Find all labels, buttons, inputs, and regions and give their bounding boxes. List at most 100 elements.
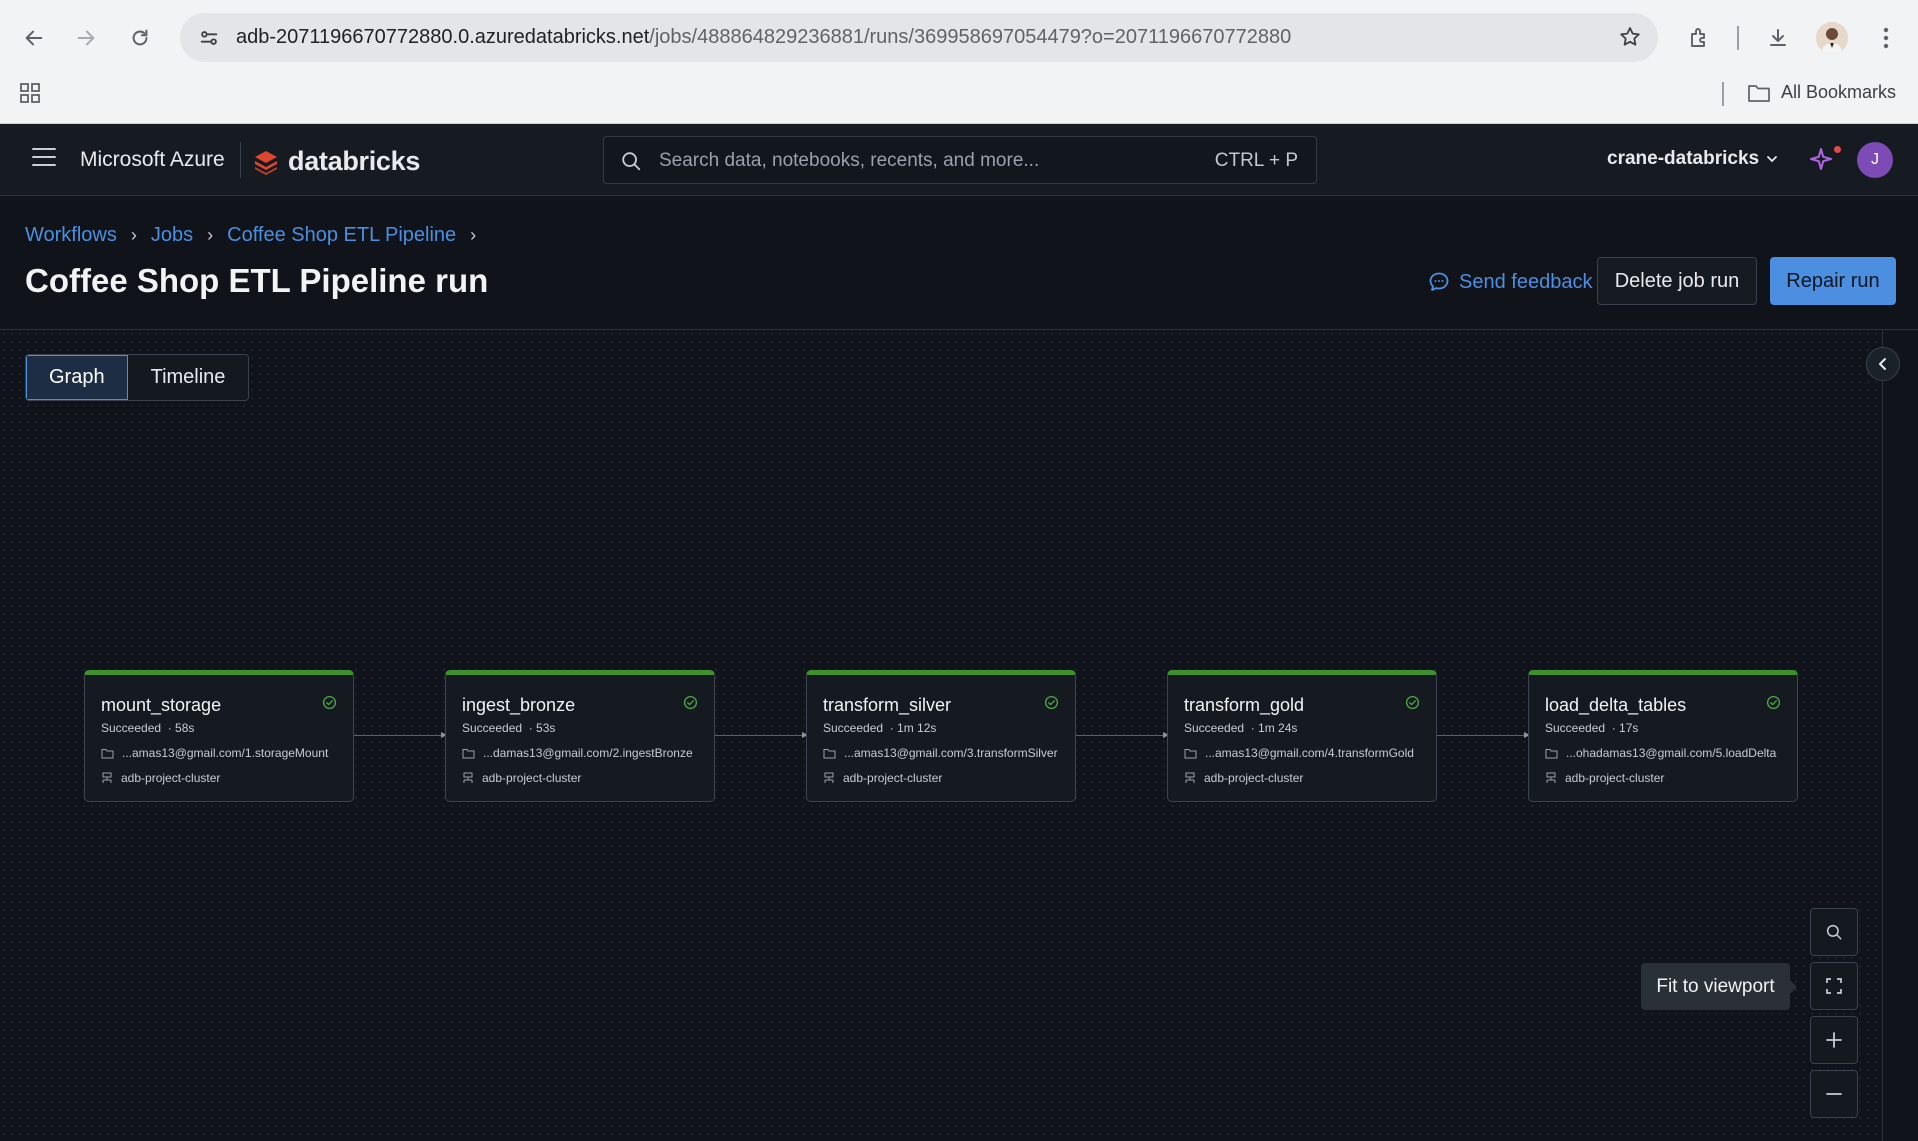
task-duration: 53s xyxy=(536,721,556,735)
task-cluster: adb-project-cluster xyxy=(823,771,942,785)
dag-edge xyxy=(1437,732,1530,738)
dag-edge xyxy=(1076,732,1169,738)
task-cluster-text: adb-project-cluster xyxy=(482,771,582,785)
task-node[interactable]: transform_silver Succeeded · 1m 12s ...a… xyxy=(806,670,1076,802)
folder-icon xyxy=(823,748,836,758)
task-status-text: Succeeded xyxy=(1545,721,1606,735)
breadcrumb-jobs[interactable]: Jobs xyxy=(151,224,193,247)
all-bookmarks-label: All Bookmarks xyxy=(1780,82,1896,102)
task-notebook-path: ...amas13@gmail.com/3.transformSilver xyxy=(823,746,1058,760)
databricks-logo[interactable]: databricks xyxy=(252,146,420,177)
success-check-icon xyxy=(1766,695,1781,710)
task-name: transform_gold xyxy=(1184,695,1305,715)
cluster-icon xyxy=(463,772,473,783)
task-name: ingest_bronze xyxy=(462,695,576,715)
task-cluster-text: adb-project-cluster xyxy=(1565,771,1665,785)
task-node[interactable]: mount_storage Succeeded · 58s ...amas13@… xyxy=(84,670,354,802)
view-tabs: Graph Timeline xyxy=(25,354,250,401)
breadcrumb-workflows[interactable]: Workflows xyxy=(25,224,117,247)
tab-timeline[interactable]: Timeline xyxy=(127,355,249,400)
dag-edge xyxy=(715,732,808,738)
user-avatar[interactable]: J xyxy=(1857,142,1893,178)
search-graph-button[interactable] xyxy=(1810,908,1858,956)
task-status-text: Succeeded xyxy=(823,721,884,735)
menu-icon[interactable] xyxy=(32,148,56,172)
browser-toolbar: adb-2071196670772880.0.azuredatabricks.n… xyxy=(0,0,1918,124)
download-icon[interactable] xyxy=(1758,18,1798,58)
folder-icon xyxy=(1748,84,1770,102)
url-path: /jobs/488864829236881/runs/3699586970544… xyxy=(649,26,1292,48)
chat-bubble-icon xyxy=(1429,272,1449,291)
forward-icon[interactable] xyxy=(66,18,106,58)
plus-icon xyxy=(1826,1032,1842,1048)
task-node[interactable]: ingest_bronze Succeeded · 53s ...damas13… xyxy=(445,670,715,802)
search-icon xyxy=(622,152,641,171)
send-feedback-label: Send feedback xyxy=(1459,270,1593,293)
fullscreen-icon xyxy=(1826,978,1842,994)
chevron-left-icon xyxy=(1879,358,1886,370)
url-text: adb-2071196670772880.0.azuredatabricks.n… xyxy=(236,26,1291,49)
task-status: Succeeded · 1m 12s xyxy=(823,721,937,735)
folder-icon xyxy=(462,748,475,758)
dag-edge xyxy=(354,732,447,738)
cluster-icon xyxy=(102,772,112,783)
task-status-text: Succeeded xyxy=(462,721,523,735)
brand-label: Microsoft Azure xyxy=(80,148,225,171)
cluster-icon xyxy=(1185,772,1195,783)
success-check-icon xyxy=(322,695,337,710)
address-bar[interactable]: adb-2071196670772880.0.azuredatabricks.n… xyxy=(180,13,1658,62)
global-search-input[interactable]: Search data, notebooks, recents, and mor… xyxy=(603,136,1317,184)
task-cluster: adb-project-cluster xyxy=(101,771,220,785)
fit-to-viewport-button[interactable] xyxy=(1810,962,1858,1010)
task-duration: 58s xyxy=(175,721,195,735)
profile-avatar[interactable] xyxy=(1816,22,1848,54)
chevron-right-icon: › xyxy=(470,225,477,245)
task-path-text: ...ohadamas13@gmail.com/5.loadDelta xyxy=(1566,746,1777,760)
bookmark-star-icon[interactable] xyxy=(1618,25,1642,54)
folder-icon xyxy=(1545,748,1558,758)
task-duration: 17s xyxy=(1619,721,1639,735)
assistant-sparkle-icon[interactable] xyxy=(1808,146,1834,177)
task-cluster-text: adb-project-cluster xyxy=(121,771,221,785)
task-duration: 1m 12s xyxy=(897,721,937,735)
extensions-icon[interactable] xyxy=(1679,18,1719,58)
repair-run-button[interactable]: Repair run xyxy=(1770,257,1896,305)
task-path-text: ...damas13@gmail.com/2.ingestBronze xyxy=(483,746,693,760)
zoom-out-button[interactable] xyxy=(1810,1070,1858,1118)
task-status-text: Succeeded xyxy=(1184,721,1245,735)
folder-icon xyxy=(101,748,114,758)
back-icon[interactable] xyxy=(14,18,54,58)
bookmarks-bar: All Bookmarks xyxy=(0,76,1918,112)
product-label: databricks xyxy=(288,146,421,176)
task-path-text: ...amas13@gmail.com/4.transformGold xyxy=(1205,746,1414,760)
task-notebook-path: ...damas13@gmail.com/2.ingestBronze xyxy=(462,746,693,760)
task-status: Succeeded · 53s xyxy=(462,721,556,735)
collapse-panel-button[interactable] xyxy=(1866,347,1900,381)
task-node[interactable]: load_delta_tables Succeeded · 17s ...oha… xyxy=(1528,670,1798,802)
breadcrumb: Workflows › Jobs › Coffee Shop ETL Pipel… xyxy=(25,224,476,247)
all-bookmarks-button[interactable]: All Bookmarks xyxy=(1747,82,1896,103)
site-settings-icon[interactable] xyxy=(194,23,224,53)
workspace-switcher[interactable]: crane-databricks xyxy=(1607,148,1779,170)
delete-job-run-button[interactable]: Delete job run xyxy=(1597,257,1757,305)
task-cluster: adb-project-cluster xyxy=(462,771,581,785)
success-check-icon xyxy=(1405,695,1420,710)
side-panel-divider xyxy=(1882,330,1883,1141)
task-path-text: ...amas13@gmail.com/3.transformSilver xyxy=(844,746,1058,760)
chevron-down-icon xyxy=(1767,156,1777,163)
task-path-text: ...amas13@gmail.com/1.storageMount xyxy=(122,746,329,760)
notification-dot xyxy=(1834,146,1841,153)
bookmarks-divider xyxy=(1722,82,1724,106)
browser-menu-icon[interactable] xyxy=(1866,18,1906,58)
search-shortcut: CTRL + P xyxy=(1214,150,1298,171)
zoom-in-button[interactable] xyxy=(1810,1016,1858,1064)
breadcrumb-job[interactable]: Coffee Shop ETL Pipeline xyxy=(227,224,456,247)
task-name: mount_storage xyxy=(101,695,222,715)
send-feedback-link[interactable]: Send feedback xyxy=(1427,270,1592,294)
tab-graph[interactable]: Graph xyxy=(26,355,128,400)
reload-icon[interactable] xyxy=(120,18,160,58)
apps-grid-icon[interactable] xyxy=(18,81,42,110)
cluster-icon xyxy=(824,772,834,783)
task-node[interactable]: transform_gold Succeeded · 1m 24s ...ama… xyxy=(1167,670,1437,802)
minus-icon xyxy=(1826,1093,1842,1095)
